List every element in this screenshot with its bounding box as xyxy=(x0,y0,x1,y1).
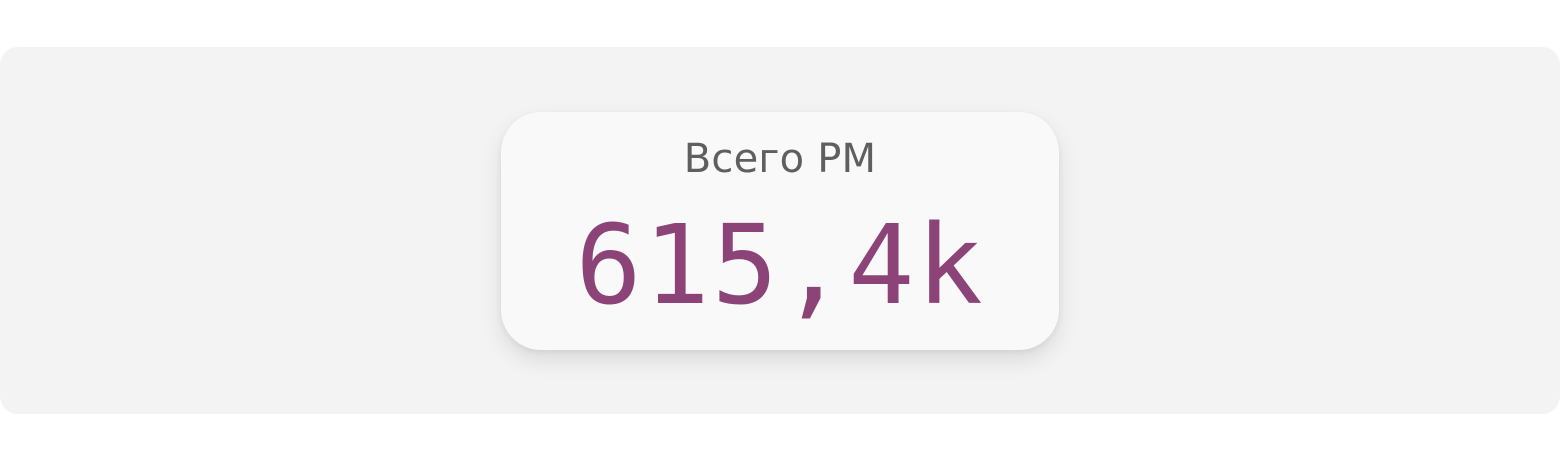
kpi-card[interactable]: Всего РМ 615,4k xyxy=(501,112,1059,350)
kpi-panel: Всего РМ 615,4k xyxy=(0,47,1560,414)
kpi-title: Всего РМ xyxy=(683,136,877,182)
kpi-value: 615,4k xyxy=(575,201,985,329)
